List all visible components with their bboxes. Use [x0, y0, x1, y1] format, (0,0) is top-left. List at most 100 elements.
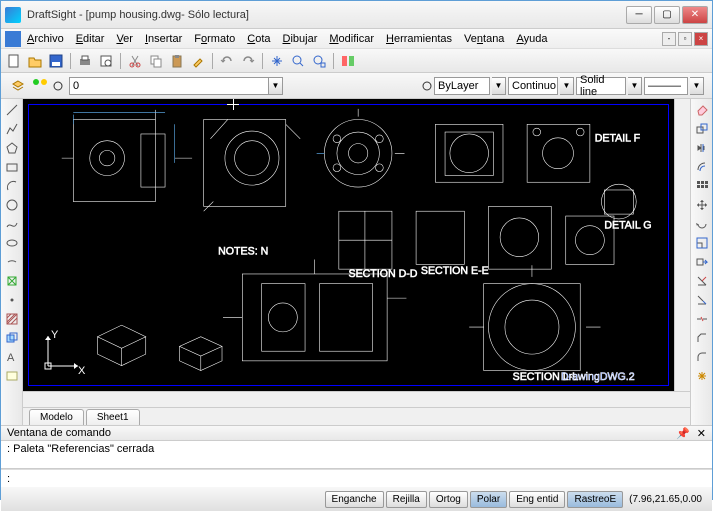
menu-herramientas[interactable]: Herramientas: [380, 31, 458, 47]
explode-icon[interactable]: [694, 368, 710, 384]
mirror-icon[interactable]: [694, 140, 710, 156]
ellipse-icon[interactable]: [4, 235, 20, 251]
stretch-icon[interactable]: [694, 254, 710, 270]
zoom-extents-icon[interactable]: [310, 52, 328, 70]
plotstyle-combo-arrow[interactable]: ▼: [690, 77, 704, 95]
insert-block-icon[interactable]: [4, 273, 20, 289]
svg-text:X: X: [78, 365, 86, 376]
array-icon[interactable]: [694, 178, 710, 194]
linetype-combo[interactable]: Continuo: [508, 77, 558, 95]
statusbar: Enganche Rejilla Ortog Polar Eng entid R…: [1, 487, 712, 511]
pin-icon[interactable]: 📌: [676, 428, 690, 440]
close-button[interactable]: ✕: [682, 6, 708, 24]
text-icon[interactable]: A: [4, 349, 20, 365]
doc-minimize-button[interactable]: -: [662, 32, 676, 46]
rectangle-icon[interactable]: [4, 159, 20, 175]
pan-icon[interactable]: [268, 52, 286, 70]
crosshair-cursor: [228, 99, 238, 109]
copy-entity-icon[interactable]: [694, 121, 710, 137]
tab-sheet1[interactable]: Sheet1: [86, 409, 140, 425]
scrollbar-vertical[interactable]: [674, 99, 690, 391]
menu-editar[interactable]: Editar: [70, 31, 111, 47]
menu-cota[interactable]: Cota: [241, 31, 276, 47]
layer-on-icon: [33, 79, 39, 85]
cut-icon[interactable]: [126, 52, 144, 70]
titlebar: DraftSight - [pump housing.dwg- Sólo lec…: [1, 1, 712, 29]
scrollbar-horizontal[interactable]: [23, 391, 690, 407]
canvas-area: DETAIL F DETAIL G SECTION D-D SECTION E-…: [23, 99, 690, 425]
doc-close-button[interactable]: ×: [694, 32, 708, 46]
save-icon[interactable]: [47, 52, 65, 70]
layer-combo-arrow[interactable]: ▼: [269, 77, 283, 95]
color-combo-arrow[interactable]: ▼: [492, 77, 506, 95]
fillet-icon[interactable]: [694, 349, 710, 365]
status-rejilla[interactable]: Rejilla: [386, 491, 427, 508]
command-input[interactable]: :: [1, 469, 712, 487]
layer-manager-icon[interactable]: [9, 77, 27, 95]
properties-icon[interactable]: [339, 52, 357, 70]
menu-insertar[interactable]: Insertar: [139, 31, 188, 47]
draw-toolbar-left: A: [1, 99, 23, 425]
rotate-icon[interactable]: [694, 216, 710, 232]
doc-restore-button[interactable]: ▫: [678, 32, 692, 46]
copy-icon[interactable]: [147, 52, 165, 70]
svg-text:DrawingDWG.2: DrawingDWG.2: [561, 371, 635, 383]
app-icon: [5, 7, 21, 23]
new-icon[interactable]: [5, 52, 23, 70]
region-icon[interactable]: [4, 330, 20, 346]
line-icon[interactable]: [4, 102, 20, 118]
print-icon[interactable]: [76, 52, 94, 70]
status-eng-entid[interactable]: Eng entid: [509, 491, 565, 508]
lineweight-combo-arrow[interactable]: ▼: [628, 77, 642, 95]
menu-archivo[interactable]: Archivo: [21, 31, 70, 47]
tab-model[interactable]: Modelo: [29, 409, 84, 425]
separator: [262, 53, 263, 69]
extend-icon[interactable]: [694, 292, 710, 308]
match-properties-icon[interactable]: [189, 52, 207, 70]
menu-dibujar[interactable]: Dibujar: [277, 31, 324, 47]
break-icon[interactable]: [694, 311, 710, 327]
plotstyle-combo[interactable]: ———: [644, 77, 688, 95]
paste-icon[interactable]: [168, 52, 186, 70]
move-icon[interactable]: [694, 197, 710, 213]
svg-text:DETAIL G: DETAIL G: [604, 220, 651, 232]
separator: [212, 53, 213, 69]
status-polar[interactable]: Polar: [470, 491, 507, 508]
polyline-icon[interactable]: [4, 121, 20, 137]
maximize-button[interactable]: ▢: [654, 6, 680, 24]
color-combo[interactable]: ByLayer: [434, 77, 490, 95]
circle-icon[interactable]: [4, 197, 20, 213]
status-enganche[interactable]: Enganche: [325, 491, 384, 508]
menu-ver[interactable]: Ver: [110, 31, 139, 47]
status-rastreoe[interactable]: RastreoE: [567, 491, 623, 508]
trim-icon[interactable]: [694, 273, 710, 289]
chamfer-icon[interactable]: [694, 330, 710, 346]
arc-icon[interactable]: [4, 178, 20, 194]
linetype-combo-arrow[interactable]: ▼: [560, 77, 574, 95]
command-close-icon[interactable]: ✕: [697, 428, 706, 440]
offset-icon[interactable]: [694, 159, 710, 175]
note-icon[interactable]: [4, 368, 20, 384]
print-preview-icon[interactable]: [97, 52, 115, 70]
spline-icon[interactable]: [4, 216, 20, 232]
scale-icon[interactable]: [694, 235, 710, 251]
point-icon[interactable]: [4, 292, 20, 308]
undo-icon[interactable]: [218, 52, 236, 70]
separator: [120, 53, 121, 69]
status-ortog[interactable]: Ortog: [429, 491, 468, 508]
minimize-button[interactable]: ─: [626, 6, 652, 24]
drawing-canvas[interactable]: DETAIL F DETAIL G SECTION D-D SECTION E-…: [23, 99, 674, 391]
zoom-window-icon[interactable]: [289, 52, 307, 70]
layer-combo[interactable]: 0: [69, 77, 269, 95]
menu-ventana[interactable]: Ventana: [458, 31, 510, 47]
lineweight-combo[interactable]: Solid line: [576, 77, 626, 95]
ellipse-arc-icon[interactable]: [4, 254, 20, 270]
polygon-icon[interactable]: [4, 140, 20, 156]
menu-formato[interactable]: Formato: [188, 31, 241, 47]
hatch-icon[interactable]: [4, 311, 20, 327]
open-icon[interactable]: [26, 52, 44, 70]
menu-ayuda[interactable]: Ayuda: [510, 31, 553, 47]
erase-icon[interactable]: [694, 102, 710, 118]
redo-icon[interactable]: [239, 52, 257, 70]
menu-modificar[interactable]: Modificar: [323, 31, 380, 47]
